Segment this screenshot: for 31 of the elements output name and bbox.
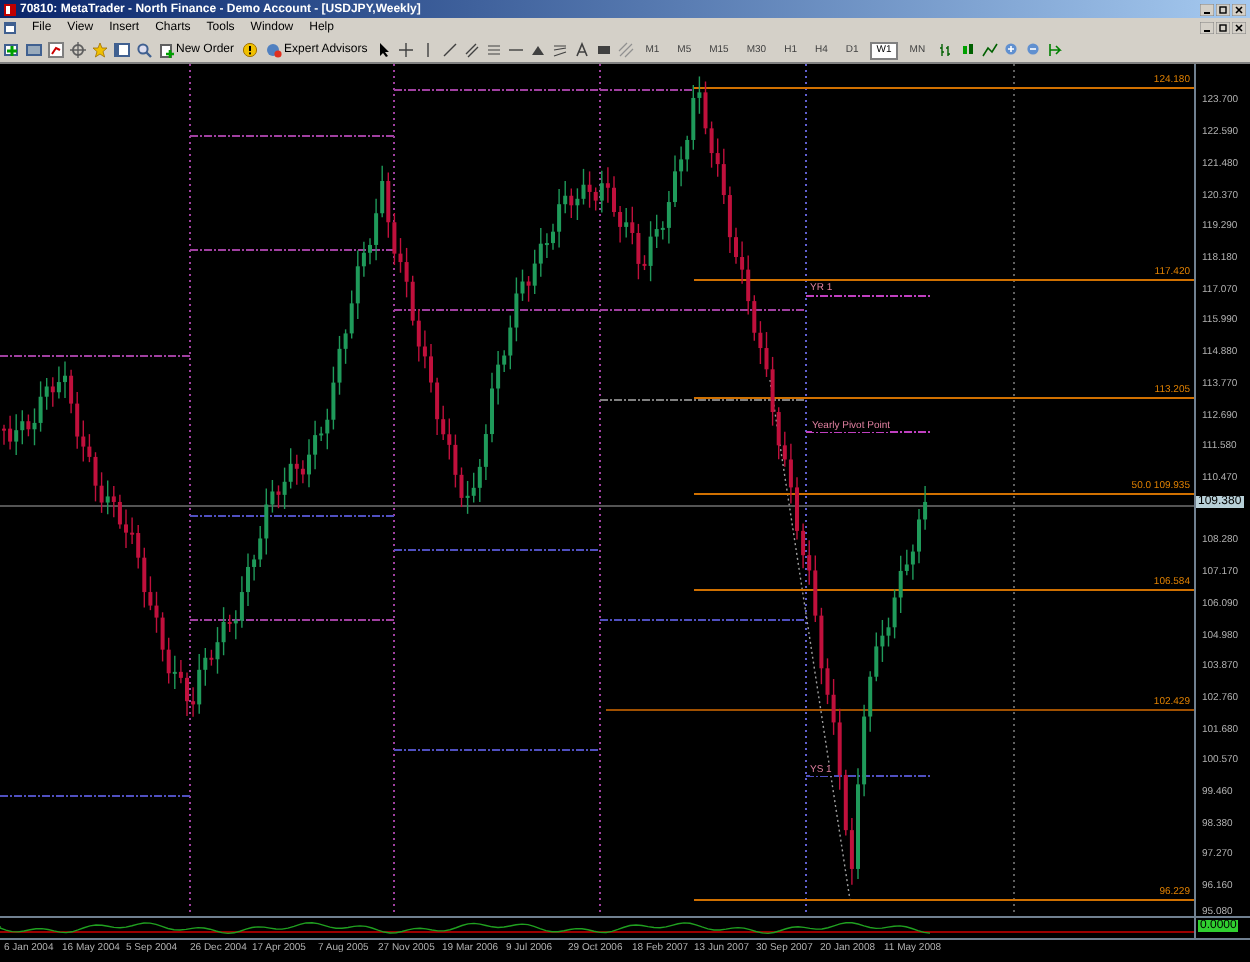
crosshair-icon[interactable]	[397, 42, 414, 58]
minimize-icon[interactable]	[1200, 3, 1214, 15]
channel-icon[interactable]	[463, 42, 480, 58]
maximize-icon[interactable]	[1216, 3, 1230, 15]
minimize-icon[interactable]	[1200, 22, 1214, 34]
candle-chart-icon[interactable]	[959, 42, 976, 58]
trend-line-icon[interactable]	[441, 42, 458, 58]
chart-window-icon	[4, 22, 16, 34]
star-icon[interactable]	[92, 42, 108, 58]
warning-icon[interactable]	[242, 42, 259, 58]
add-chart-icon[interactable]	[4, 42, 20, 58]
window-icon[interactable]	[26, 42, 42, 58]
panel-icon[interactable]	[114, 42, 130, 58]
chart-icon[interactable]	[48, 42, 64, 58]
new-order-icon	[160, 43, 174, 57]
bar-chart-icon[interactable]	[937, 42, 954, 58]
label-icon[interactable]	[595, 42, 612, 58]
close-icon[interactable]	[1232, 3, 1246, 15]
crosshair-icon[interactable]	[70, 42, 86, 58]
zoom-in-icon[interactable]	[1003, 42, 1020, 58]
zoom-out-icon[interactable]	[1025, 42, 1042, 58]
line-chart-icon[interactable]	[981, 42, 998, 58]
text-tool-icon[interactable]	[573, 42, 590, 58]
scroll-chart-icon[interactable]	[1047, 42, 1064, 58]
close-icon[interactable]	[1232, 22, 1246, 34]
app-icon	[4, 3, 16, 15]
triangle-icon[interactable]	[529, 42, 546, 58]
maximize-icon[interactable]	[1216, 22, 1230, 34]
cursor-icon[interactable]	[375, 42, 392, 58]
fan-icon[interactable]	[551, 42, 568, 58]
search-icon[interactable]	[136, 42, 152, 58]
